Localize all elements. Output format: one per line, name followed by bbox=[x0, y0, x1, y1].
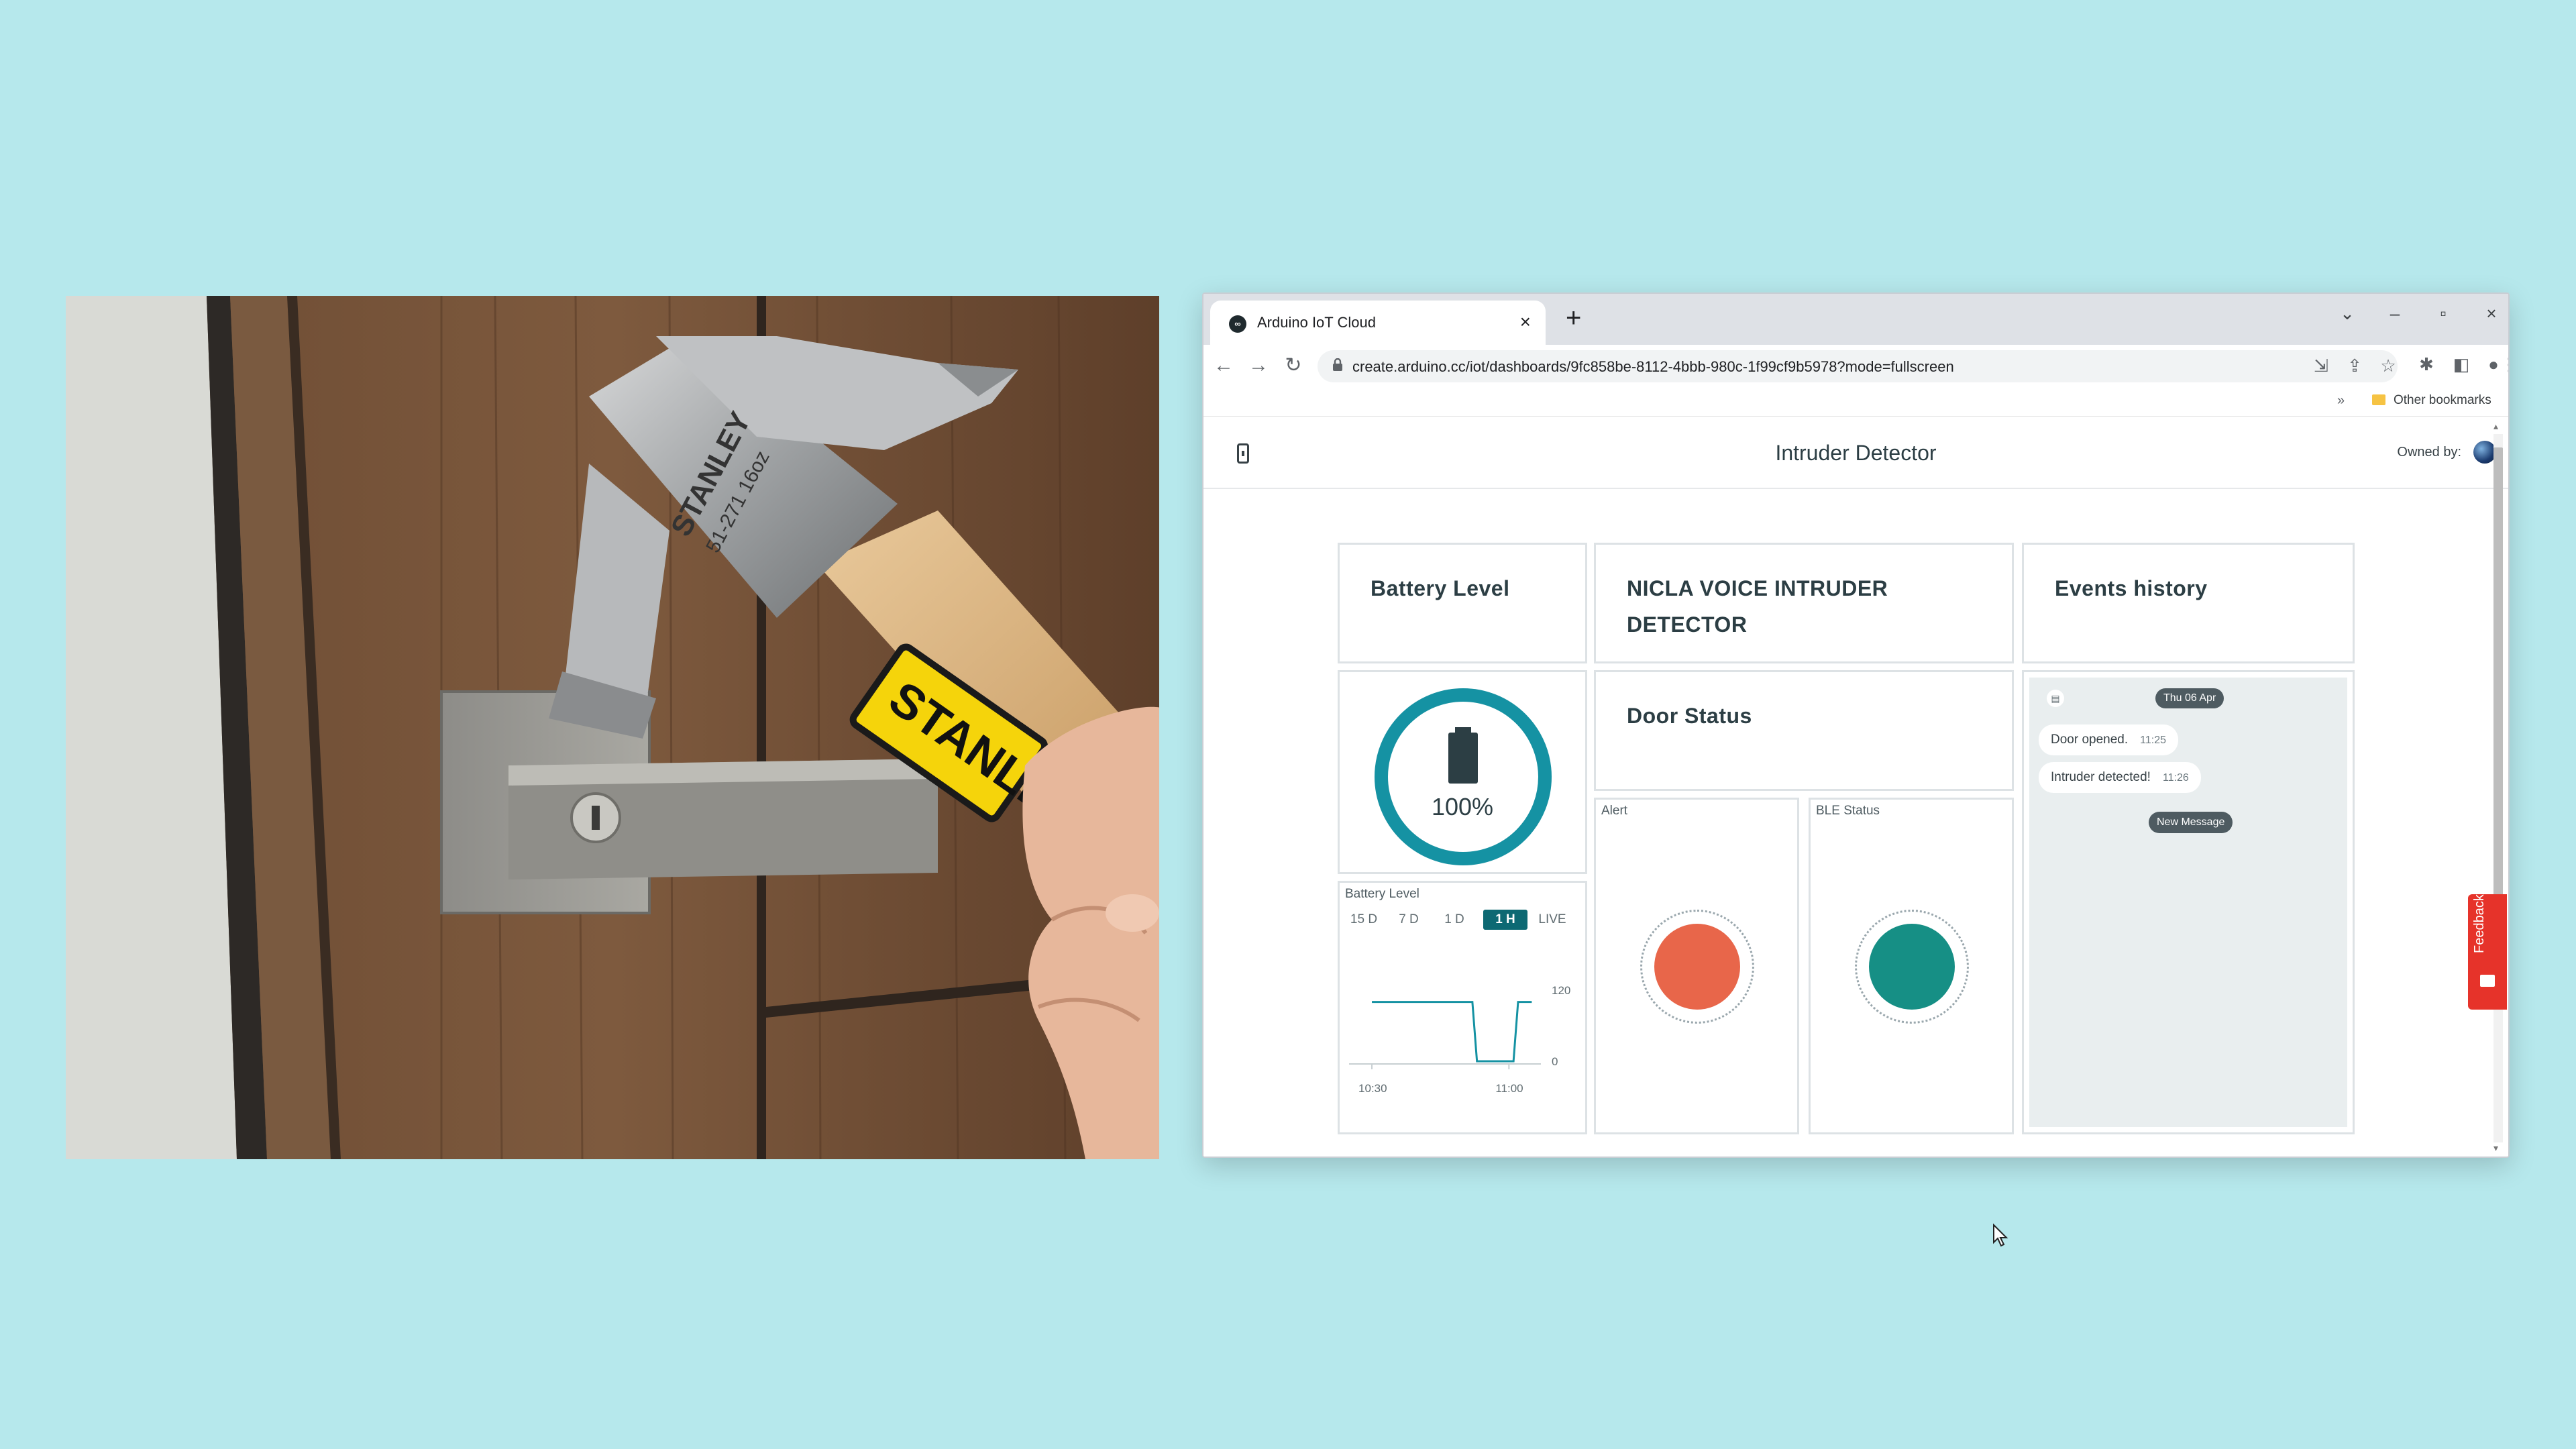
message-bubble: Intruder detected! 11:26 bbox=[2039, 762, 2201, 793]
x-tick-label: 10:30 bbox=[1358, 1082, 1387, 1095]
nicla-title: NICLA VOICE INTRUDER DETECTOR bbox=[1627, 576, 1888, 637]
mouse-cursor-icon bbox=[1993, 1224, 2008, 1247]
timeframe-1d-button[interactable]: 1 D bbox=[1438, 910, 1471, 930]
battery-percent-value: 100% bbox=[1431, 793, 1494, 820]
ble-status-label: BLE Status bbox=[1816, 804, 1880, 818]
dashboard: Intruder Detector Owned by: Battery Leve… bbox=[1203, 417, 2508, 1157]
y-tick-label: 0 bbox=[1552, 1055, 1558, 1068]
scroll-down-arrow-icon[interactable]: ▾ bbox=[2493, 1142, 2498, 1154]
events-messenger-widget: ▤ Thu 06 Apr Door opened. 11:25 Intruder … bbox=[2022, 670, 2355, 1134]
dashboard-title: Intruder Detector bbox=[1775, 441, 1937, 465]
tab-close-icon[interactable]: × bbox=[1520, 311, 1531, 333]
owned-by-label: Owned by: bbox=[2397, 445, 2461, 460]
back-icon[interactable]: ← bbox=[1210, 354, 1237, 377]
battery-gauge bbox=[1375, 688, 1552, 865]
arduino-favicon-icon: ∞ bbox=[1229, 315, 1246, 333]
battery-level-title: Battery Level bbox=[1371, 576, 1510, 600]
message-bubble: Door opened. 11:25 bbox=[2039, 724, 2179, 755]
url-text: create.arduino.cc/iot/dashboards/9fc858b… bbox=[1352, 358, 1954, 375]
tab-strip: ∞ Arduino IoT Cloud × + ⌄ – ▫ × bbox=[1203, 294, 2508, 345]
battery-chart-label: Battery Level bbox=[1345, 887, 1419, 901]
message-time: 11:26 bbox=[2162, 772, 2189, 784]
feedback-tab[interactable]: Feedback bbox=[2468, 894, 2507, 1010]
browser-toolbar: ← → ↻ create.arduino.cc/iot/dashboards/9… bbox=[1203, 345, 2508, 388]
message-text: Door opened. bbox=[2051, 733, 2129, 747]
browser-window: ∞ Arduino IoT Cloud × + ⌄ – ▫ × ← → ↻ cr… bbox=[1202, 292, 2510, 1158]
message-time: 11:25 bbox=[2140, 735, 2167, 746]
timeframe-7d-button[interactable]: 7 D bbox=[1392, 910, 1426, 930]
minimize-button[interactable]: – bbox=[2381, 303, 2408, 324]
dashboard-header: Intruder Detector Owned by: bbox=[1203, 417, 2508, 489]
nicla-title-card: NICLA VOICE INTRUDER DETECTOR bbox=[1594, 543, 2014, 663]
events-history-title: Events history bbox=[2055, 576, 2208, 600]
battery-icon bbox=[1448, 727, 1478, 784]
alert-status-widget: Alert bbox=[1594, 798, 1799, 1134]
alert-led bbox=[1654, 924, 1740, 1010]
messenger-panel[interactable]: ▤ Thu 06 Apr Door opened. 11:25 Intruder … bbox=[2029, 678, 2347, 1127]
ble-led bbox=[1869, 924, 1955, 1010]
side-panel-icon[interactable]: ◧ bbox=[2449, 354, 2473, 375]
bookmark-star-icon[interactable]: ☆ bbox=[2376, 356, 2400, 376]
folder-icon bbox=[2372, 394, 2385, 405]
ble-status-widget: BLE Status bbox=[1809, 798, 2014, 1134]
battery-gauge-widget: 100% bbox=[1338, 670, 1587, 874]
share-icon[interactable]: ⇪ bbox=[2343, 356, 2367, 376]
door-status-title: Door Status bbox=[1627, 704, 1752, 728]
battery-chart-widget: Battery Level 15 D 7 D 1 D 1 H LIVE 10:3… bbox=[1338, 881, 1587, 1134]
message-text: Intruder detected! bbox=[2051, 770, 2151, 784]
feedback-label: Feedback bbox=[2472, 894, 2487, 953]
door-hammer-photo: STANLE STANLEY 51-271 16oz bbox=[66, 296, 1159, 1159]
forward-icon[interactable]: → bbox=[1245, 354, 1272, 377]
timeframe-1h-button[interactable]: 1 H bbox=[1483, 910, 1527, 930]
battery-series-line bbox=[1372, 1001, 1532, 1063]
menu-kebab-icon[interactable]: ⋮ bbox=[2500, 354, 2508, 375]
events-history-title-card: Events history bbox=[2022, 543, 2355, 663]
alert-led-ring bbox=[1640, 910, 1754, 1024]
message-date-chip: Thu 06 Apr bbox=[2155, 688, 2224, 708]
address-bar[interactable]: create.arduino.cc/iot/dashboards/9fc858b… bbox=[1318, 350, 2398, 382]
messenger-clear-icon[interactable]: ▤ bbox=[2047, 690, 2064, 707]
timeframe-live-button[interactable]: LIVE bbox=[1533, 910, 1572, 930]
reload-icon[interactable]: ↻ bbox=[1280, 354, 1307, 377]
new-message-button[interactable]: New Message bbox=[2149, 812, 2233, 833]
door-status-title-card: Door Status bbox=[1594, 670, 2014, 791]
timeframe-15d-button[interactable]: 15 D bbox=[1345, 910, 1383, 930]
scroll-up-arrow-icon[interactable]: ▴ bbox=[2493, 421, 2498, 432]
feedback-icon bbox=[2480, 975, 2495, 987]
new-tab-button[interactable]: + bbox=[1566, 305, 1581, 331]
other-bookmarks-link[interactable]: Other bookmarks bbox=[2394, 393, 2491, 408]
y-tick-label: 120 bbox=[1552, 984, 1570, 997]
battery-line-chart: 10:30 11:00 120 0 bbox=[1349, 984, 1570, 1095]
lock-icon bbox=[1333, 358, 1342, 371]
x-tick-label: 11:00 bbox=[1495, 1082, 1523, 1095]
tab-search-chevron-icon[interactable]: ⌄ bbox=[2334, 303, 2361, 324]
tab-title: Arduino IoT Cloud bbox=[1257, 314, 1376, 331]
bookmarks-overflow-chevron-icon[interactable]: » bbox=[2337, 393, 2345, 409]
maximize-button[interactable]: ▫ bbox=[2430, 303, 2457, 324]
window-close-button[interactable]: × bbox=[2478, 303, 2505, 324]
install-app-icon[interactable]: ⇲ bbox=[2309, 356, 2333, 376]
bookmarks-bar: » Other bookmarks bbox=[1203, 388, 2508, 417]
tab-arduino-iot-cloud[interactable]: ∞ Arduino IoT Cloud × bbox=[1210, 301, 1546, 345]
battery-level-title-card: Battery Level bbox=[1338, 543, 1587, 663]
page-scrollbar[interactable]: ▴ ▾ bbox=[2491, 417, 2506, 1157]
alert-label: Alert bbox=[1601, 804, 1628, 818]
ble-led-ring bbox=[1855, 910, 1969, 1024]
extensions-puzzle-icon[interactable]: ✱ bbox=[2414, 354, 2438, 375]
